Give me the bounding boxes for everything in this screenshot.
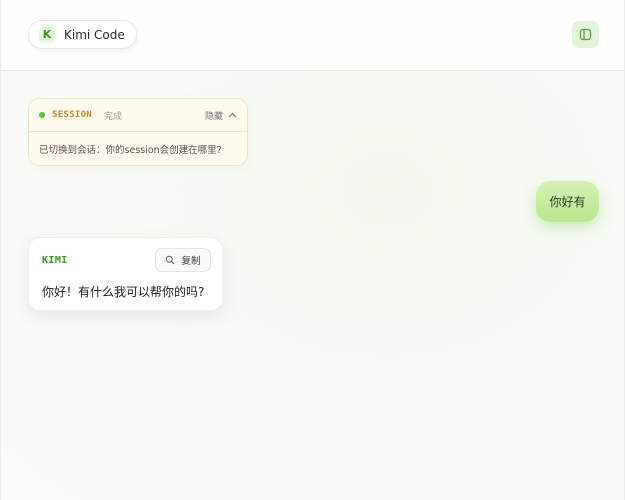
brand-logo-icon: K bbox=[39, 26, 55, 43]
sidebar-panel-icon bbox=[579, 28, 592, 41]
user-message-text: 你好有 bbox=[549, 195, 586, 209]
brand-pill[interactable]: K Kimi Code bbox=[28, 20, 137, 49]
chevron-up-icon bbox=[228, 112, 237, 118]
session-card-header: SESSION 完成 隐藏 bbox=[29, 99, 247, 132]
session-card: SESSION 完成 隐藏 已切换到会话：你的session会创建在哪里? bbox=[28, 98, 248, 166]
brand-name: Kimi Code bbox=[64, 27, 125, 42]
assistant-label: KIMI bbox=[42, 255, 68, 266]
assistant-message-card: KIMI 复制 你好！有什么我可以帮你的吗? bbox=[28, 237, 223, 311]
copy-label: 复制 bbox=[181, 256, 201, 267]
app-window: K Kimi Code SESSION 完成 隐藏 已切换到会话：你的sessi… bbox=[0, 0, 625, 500]
user-message-bubble: 你好有 bbox=[536, 181, 599, 222]
assistant-message-text: 你好！有什么我可以帮你的吗? bbox=[42, 285, 205, 299]
search-icon bbox=[166, 255, 175, 265]
hide-label: 隐藏 bbox=[204, 111, 223, 122]
session-tag: SESSION bbox=[52, 110, 93, 120]
status-dot-icon bbox=[39, 112, 45, 118]
session-status: 完成 bbox=[104, 111, 123, 122]
copy-button[interactable]: 复制 bbox=[155, 248, 211, 272]
hide-button[interactable]: 隐藏 bbox=[205, 109, 237, 122]
session-message: 已切换到会话：你的session会创建在哪里? bbox=[39, 145, 222, 156]
sidebar-toggle-button[interactable] bbox=[572, 21, 599, 48]
top-header: K Kimi Code bbox=[1, 0, 624, 71]
